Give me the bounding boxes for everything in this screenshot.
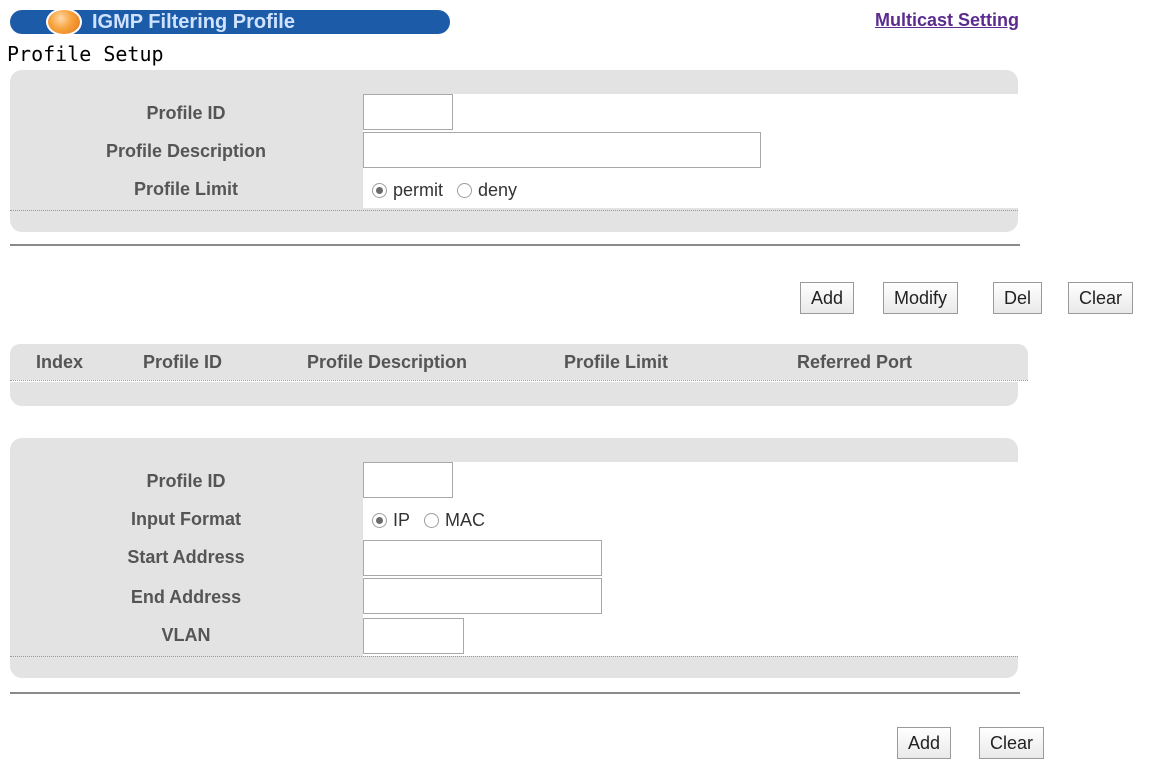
input-format-label: Input Format [131, 509, 241, 529]
separator-line [10, 244, 1020, 246]
profile-description-label: Profile Description [105, 141, 267, 161]
start-address-row: Start Address [10, 538, 1018, 576]
range-profile-id-row: Profile ID [10, 462, 1018, 500]
modify-profile-button[interactable]: Modify [883, 282, 959, 314]
column-header-profile-limit: Profile Limit [564, 352, 669, 372]
profile-limit-label: Profile Limit [133, 179, 238, 199]
column-header-index: Index [36, 352, 84, 372]
table-divider [10, 380, 1028, 381]
divider [10, 210, 1018, 211]
column-header-referred-port: Referred Port [797, 352, 913, 372]
multicast-setting-link[interactable]: Multicast Setting [875, 10, 1019, 31]
separator-line [10, 692, 1020, 694]
add-profile-button[interactable]: Add [800, 282, 855, 314]
permit-radio[interactable] [372, 183, 387, 198]
add-range-button[interactable]: Add [897, 727, 952, 759]
mac-radio-label: MAC [445, 510, 486, 530]
profile-id-label: Profile ID [146, 103, 226, 123]
range-profile-id-label: Profile ID [146, 471, 226, 491]
page-title-bar: IGMP Filtering Profile [10, 8, 450, 36]
divider [10, 656, 1018, 657]
vlan-input[interactable] [363, 618, 464, 654]
ip-radio-label: IP [393, 510, 411, 530]
start-address-input[interactable] [363, 540, 602, 576]
profile-range-panel: Profile ID Input Format IP MAC Start Add… [10, 438, 1018, 678]
deny-radio[interactable] [457, 183, 473, 198]
clear-range-button[interactable]: Clear [979, 727, 1045, 759]
input-format-row: Input Format IP MAC [10, 500, 1018, 538]
deny-radio-label: deny [478, 180, 518, 200]
start-address-label: Start Address [127, 547, 245, 567]
ip-radio[interactable] [372, 513, 387, 528]
column-header-profile-id: Profile ID [143, 352, 223, 372]
page-title: IGMP Filtering Profile [92, 11, 295, 33]
permit-radio-label: permit [393, 180, 444, 200]
profile-id-row: Profile ID [10, 94, 1018, 132]
clear-profile-button[interactable]: Clear [1068, 282, 1134, 314]
profile-id-input[interactable] [363, 94, 453, 130]
orb-icon [46, 8, 82, 36]
end-address-label: End Address [130, 587, 242, 607]
profile-description-row: Profile Description [10, 132, 1018, 170]
column-header-profile-description: Profile Description [307, 352, 468, 372]
vlan-row: VLAN [10, 616, 1018, 654]
mac-radio[interactable] [424, 513, 440, 528]
profile-table-header: Index Profile ID Profile Description Pro… [10, 344, 1028, 380]
range-profile-id-input[interactable] [363, 462, 453, 498]
profile-description-input[interactable] [363, 132, 761, 168]
delete-profile-button[interactable]: Del [993, 282, 1043, 314]
vlan-label: VLAN [161, 625, 211, 645]
profile-setup-panel: Profile ID Profile Description Profile L… [10, 70, 1018, 232]
profile-table-footer [10, 382, 1018, 406]
end-address-input[interactable] [363, 578, 602, 614]
end-address-row: End Address [10, 578, 1018, 616]
section-title: Profile Setup [7, 42, 164, 66]
profile-limit-row: Profile Limit permit deny [10, 170, 1018, 208]
